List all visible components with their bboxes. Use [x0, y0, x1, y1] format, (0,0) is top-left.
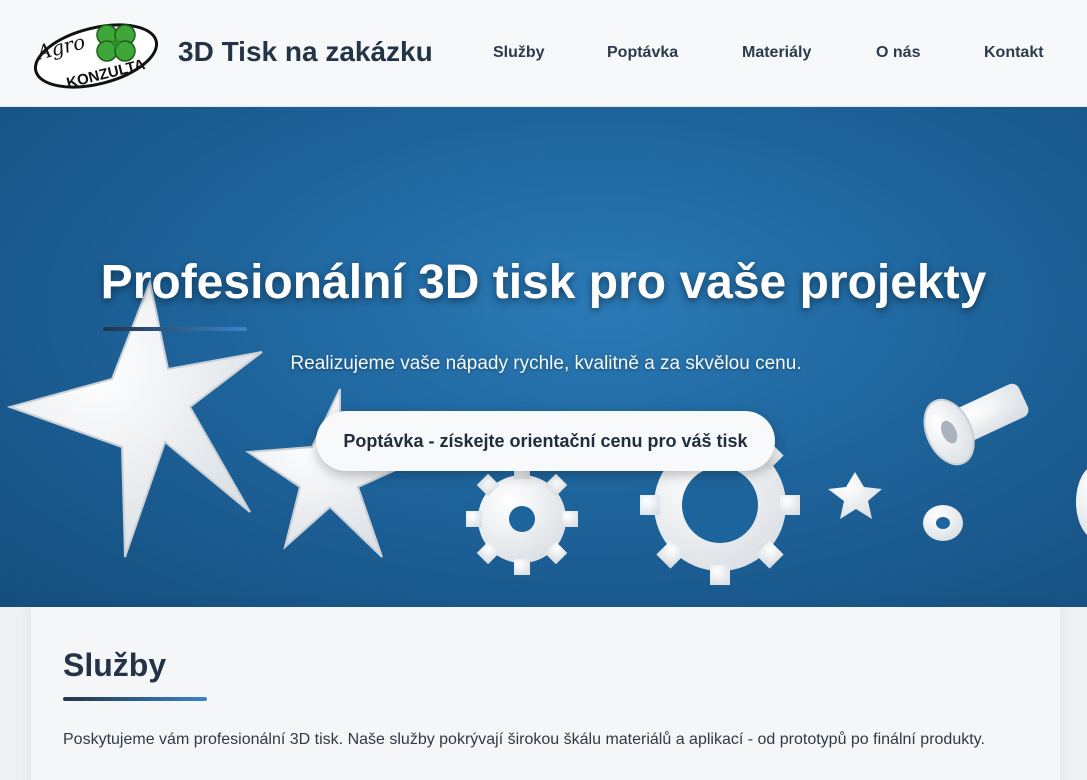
hero-title-underline — [103, 327, 247, 331]
site-header: Agro KONZULTA 3D Tisk na zakázku Služby … — [0, 0, 1087, 107]
agrokonzulta-logo[interactable]: Agro KONZULTA — [30, 14, 164, 92]
starfish-large — [6, 278, 263, 558]
gear-small — [466, 463, 578, 575]
nav-link-o-nas[interactable]: O nás — [876, 44, 920, 62]
washer — [923, 505, 963, 541]
quote-request-button[interactable]: Poptávka - získejte orientační cenu pro … — [316, 411, 775, 471]
hero-title: Profesionální 3D tisk pro vaše projekty — [100, 256, 987, 309]
nav-link-kontakt[interactable]: Kontakt — [984, 44, 1044, 62]
nav-link-poptavka[interactable]: Poptávka — [607, 44, 678, 62]
site-title[interactable]: 3D Tisk na zakázku — [178, 36, 433, 68]
star-piece — [828, 472, 882, 519]
hero-subtitle: Realizujeme vaše nápady rychle, kvalitně… — [290, 353, 802, 374]
services-title-underline — [63, 697, 207, 701]
services-description: Poskytujeme vám profesionální 3D tisk. N… — [63, 731, 985, 748]
edge-object — [1076, 469, 1087, 535]
services-title: Služby — [63, 647, 167, 683]
hero-section: Profesionální 3D tisk pro vaše projekty … — [0, 107, 1087, 607]
services-section: Služby Poskytujeme vám profesionální 3D … — [31, 607, 1060, 780]
nav-link-sluzby[interactable]: Služby — [493, 44, 545, 62]
nav-link-materialy[interactable]: Materiály — [742, 44, 811, 62]
bolt — [923, 383, 1029, 466]
